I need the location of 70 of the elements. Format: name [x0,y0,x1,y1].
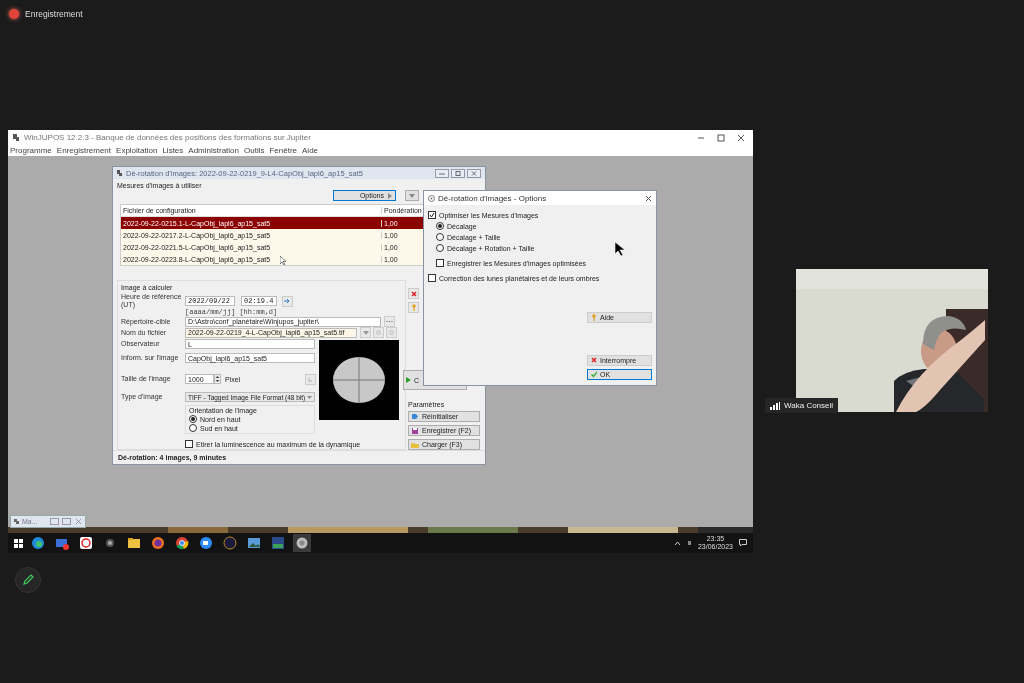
app-icon[interactable] [103,536,117,550]
radio-button[interactable] [436,233,444,241]
arrow-icon [284,298,291,304]
notification-icon[interactable] [739,539,747,547]
calendar-button[interactable] [282,295,293,307]
menu-item[interactable]: Administration [188,146,239,155]
corner-icon [308,376,313,382]
app-icon [13,518,19,525]
caret-icon [362,330,369,335]
cursor-icon [615,242,625,256]
checkbox[interactable] [428,274,436,282]
menu-item[interactable]: Programme [10,146,52,155]
app-icon[interactable] [271,536,285,550]
key-icon [591,314,597,321]
menu-item[interactable]: Outils [244,146,265,155]
menu-item[interactable]: Exploitation [116,146,158,155]
spinner-icon[interactable] [214,374,221,384]
maximize-icon[interactable] [451,168,465,178]
cross-icon [591,357,597,364]
app-icon[interactable] [199,536,213,550]
maximize-icon[interactable] [717,133,725,142]
app-icon[interactable] [175,536,189,550]
app-icon [12,133,20,142]
radio-button[interactable] [436,244,444,252]
app-icon[interactable] [31,536,45,550]
dialog-title: Dé-rotation d'images - Options [438,193,548,203]
ellipsis-icon [386,320,393,323]
annotate-button[interactable] [15,567,41,593]
dropdown-button[interactable] [405,190,419,201]
app-icon[interactable] [127,536,141,550]
menu-item[interactable]: Listes [162,146,184,155]
check-icon [591,371,597,378]
menu-item[interactable]: Aide [302,146,319,155]
folder-icon [411,440,419,449]
menu-item[interactable]: Fenêtre [269,146,298,155]
arrow-right-icon [387,192,392,199]
radio-button[interactable] [436,222,444,230]
circle-icon [389,330,394,335]
cancel-button[interactable] [408,288,419,299]
app-icon[interactable] [247,536,261,550]
play-icon [406,377,411,383]
menu-item[interactable]: Enregistrement [56,146,112,155]
tray-icon[interactable] [686,540,692,546]
signal-icon [770,401,780,410]
close-icon[interactable] [645,194,652,202]
radio-button[interactable] [189,424,197,432]
chevron-up-icon[interactable] [673,540,681,546]
app-icon [116,169,123,177]
app-icon[interactable] [151,536,165,550]
cross-icon [410,290,417,297]
caret-icon [409,193,415,198]
floppy-icon [411,426,419,435]
windows-logo-icon[interactable] [14,538,23,548]
circle-icon [376,330,381,335]
caret-icon [307,395,312,399]
cursor-icon [280,256,286,265]
arrow-icon [411,412,419,421]
pencil-icon [22,574,34,586]
checkbox[interactable] [436,259,444,267]
key-icon [410,304,417,311]
checkbox[interactable] [428,211,436,219]
close-icon[interactable] [737,133,745,142]
recording-label: Enregistrement [25,9,83,19]
app-icon[interactable] [79,536,93,550]
participant-name: Waka Conseil [784,401,834,410]
recording-dot-icon [9,9,19,19]
checkbox[interactable] [185,440,193,448]
app-icon[interactable] [295,536,309,550]
radio-button[interactable] [189,415,197,423]
window-title: WinJUPOS 12.2.3 - Banque de données des positions des formations sur Jupiter [24,133,312,142]
